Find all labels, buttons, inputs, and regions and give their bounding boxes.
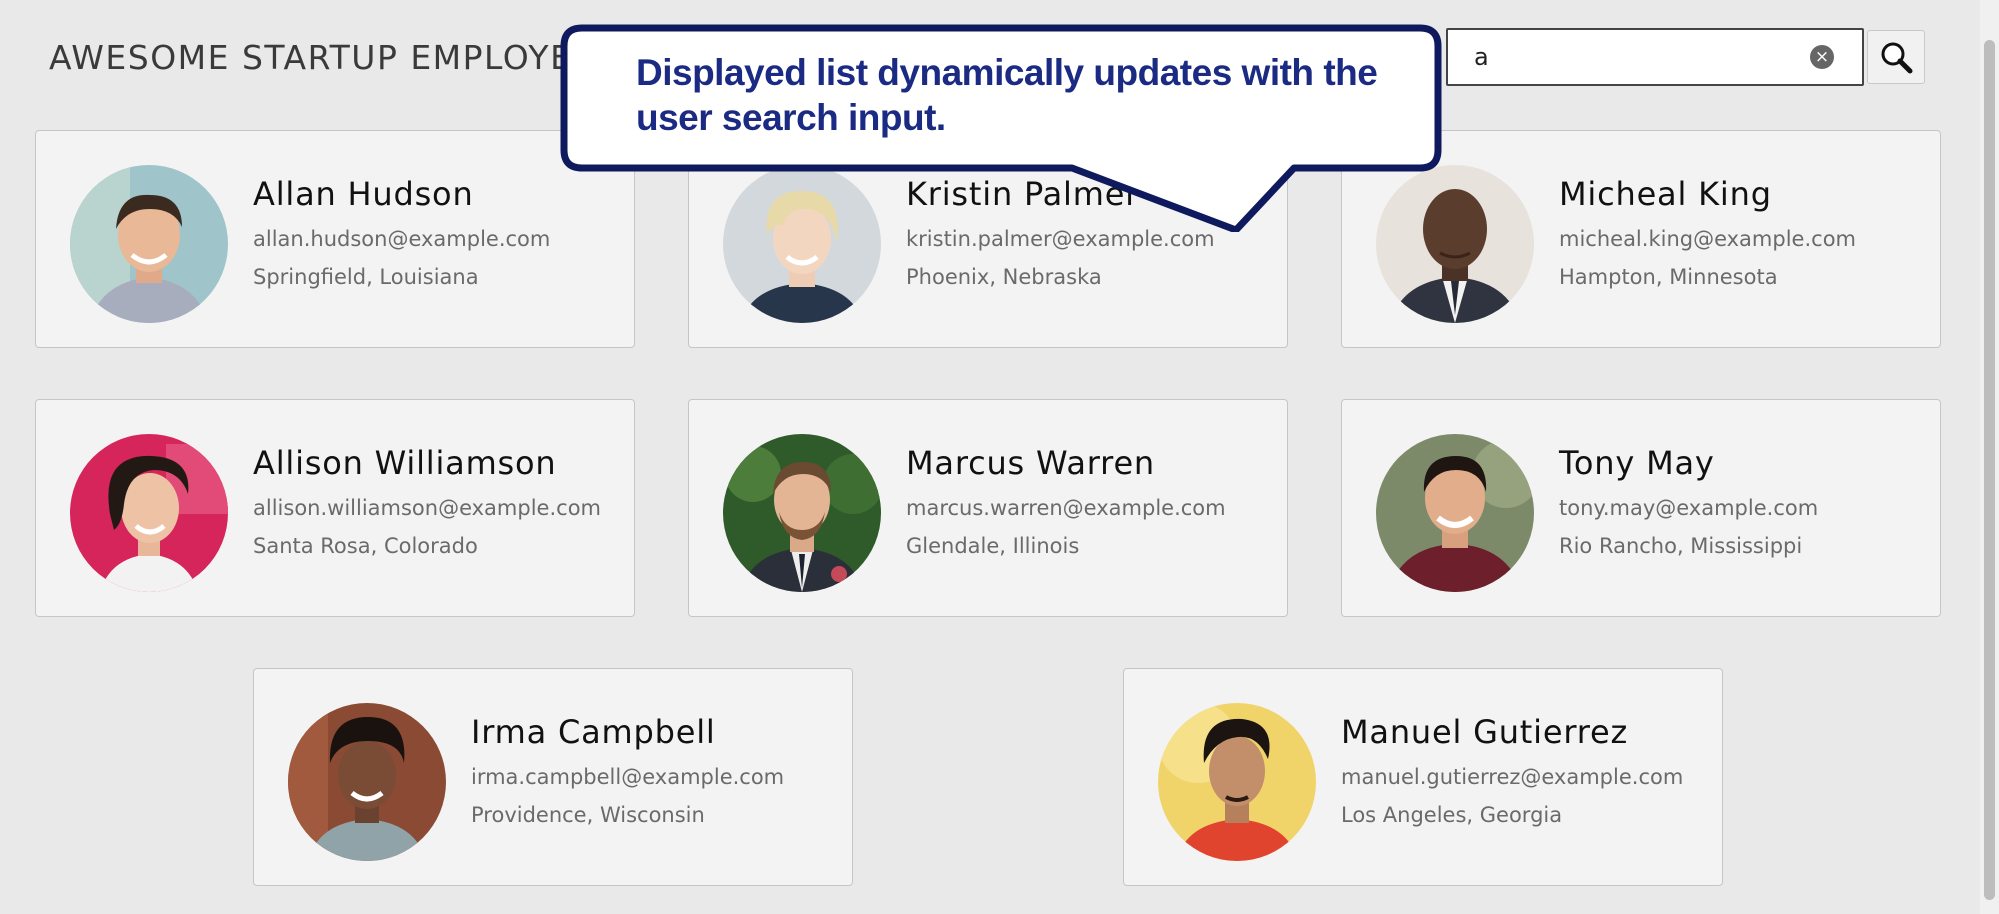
employee-card[interactable]: Allan Hudson allan.hudson@example.com Sp… [35, 130, 635, 348]
magnifier-icon [1881, 42, 1913, 74]
employee-location: Los Angeles, Georgia [1341, 803, 1563, 827]
search-bar: × [1446, 28, 1926, 86]
avatar [1376, 165, 1534, 323]
employee-card[interactable]: Tony May tony.may@example.com Rio Rancho… [1341, 399, 1941, 617]
employee-name: Irma Campbell [471, 713, 716, 751]
employee-name: Kristin Palmer [906, 175, 1140, 213]
employee-email: kristin.palmer@example.com [906, 227, 1215, 251]
employee-location: Phoenix, Nebraska [906, 265, 1102, 289]
avatar [723, 165, 881, 323]
employee-card[interactable]: Irma Campbell irma.campbell@example.com … [253, 668, 853, 886]
employee-name: Allan Hudson [253, 175, 474, 213]
avatar [70, 434, 228, 592]
employee-email: allan.hudson@example.com [253, 227, 551, 251]
employee-location: Springfield, Louisiana [253, 265, 479, 289]
search-button[interactable] [1867, 30, 1925, 84]
employee-location: Hampton, Minnesota [1559, 265, 1778, 289]
employee-name: Allison Williamson [253, 444, 557, 482]
employee-location: Rio Rancho, Mississippi [1559, 534, 1803, 558]
employee-email: marcus.warren@example.com [906, 496, 1226, 520]
search-input[interactable] [1446, 28, 1864, 86]
avatar [1158, 703, 1316, 861]
employee-card[interactable]: Kristin Palmer kristin.palmer@example.co… [688, 130, 1288, 348]
employee-name: Marcus Warren [906, 444, 1156, 482]
employee-name: Manuel Gutierrez [1341, 713, 1629, 751]
employee-name: Micheal King [1559, 175, 1772, 213]
page: AWESOME STARTUP EMPLOYEES Allan Hudson a… [0, 0, 1999, 914]
employee-email: irma.campbell@example.com [471, 765, 785, 789]
employee-email: tony.may@example.com [1559, 496, 1819, 520]
avatar [1376, 434, 1534, 592]
employee-location: Santa Rosa, Colorado [253, 534, 478, 558]
employee-card[interactable]: Marcus Warren marcus.warren@example.com … [688, 399, 1288, 617]
employee-location: Glendale, Illinois [906, 534, 1080, 558]
employee-card[interactable]: Micheal King micheal.king@example.com Ha… [1341, 130, 1941, 348]
callout-text: Displayed list dynamically updates with … [636, 52, 1378, 138]
scrollbar[interactable] [1980, 0, 1999, 914]
avatar [70, 165, 228, 323]
scrollbar-thumb[interactable] [1984, 40, 1995, 900]
employee-card[interactable]: Manuel Gutierrez manuel.gutierrez@exampl… [1123, 668, 1723, 886]
employee-card[interactable]: Allison Williamson allison.williamson@ex… [35, 399, 635, 617]
employee-name: Tony May [1559, 444, 1715, 482]
employee-email: manuel.gutierrez@example.com [1341, 765, 1684, 789]
page-title: AWESOME STARTUP EMPLOYEES [49, 38, 618, 77]
avatar [288, 703, 446, 861]
employee-email: allison.williamson@example.com [253, 496, 601, 520]
employee-location: Providence, Wisconsin [471, 803, 705, 827]
employee-email: micheal.king@example.com [1559, 227, 1856, 251]
avatar [723, 434, 881, 592]
clear-icon[interactable]: × [1810, 45, 1834, 69]
